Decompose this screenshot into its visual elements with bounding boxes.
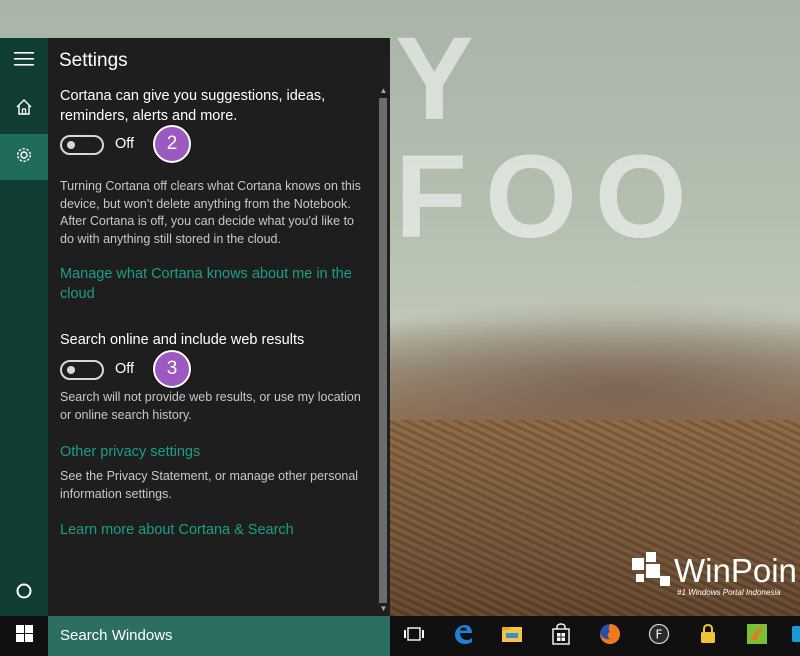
manage-cortana-link[interactable]: Manage what Cortana knows about me in th… [60,264,370,304]
taskbar: Search Windows F [0,616,800,656]
scroll-up-arrow[interactable]: ▲ [378,86,389,95]
cortana-description: Turning Cortana off clears what Cortana … [60,179,361,246]
partial-icon [782,623,800,650]
lock-icon [699,623,717,650]
task-view-icon [403,625,425,648]
task-view-button[interactable] [390,616,438,656]
cortana-circle-icon [15,582,33,605]
edge-taskbar-button[interactable] [439,616,487,656]
home-icon [15,98,33,121]
f-app-icon: F [648,623,670,650]
settings-nav-button[interactable] [0,134,48,180]
windows-logo-icon [15,625,33,647]
app-icon [745,622,769,651]
winpoin-watermark: WinPoin #1 Windows Portal Indonesia [632,550,800,600]
web-results-toggle-switch[interactable] [60,360,104,380]
partial-taskbar-button[interactable] [782,616,800,656]
settings-panel: Settings Cortana can give you suggestion… [48,38,390,616]
gear-icon [15,146,33,169]
hamburger-menu-button[interactable] [0,38,48,84]
start-button[interactable] [0,616,48,656]
watermark-logo-square [646,552,656,562]
watermark-logo-square [646,564,660,578]
toggle-knob [67,141,75,149]
wallpaper-text: Y FOO [395,13,705,263]
search-windows-box[interactable]: Search Windows [48,616,390,656]
store-taskbar-button[interactable] [537,616,585,656]
privacy-settings-link[interactable]: Other privacy settings [60,442,370,462]
watermark-logo-square [632,558,644,570]
cortana-toggle-state: Off [115,136,135,152]
app-taskbar-button[interactable] [733,616,781,656]
lock-taskbar-button[interactable] [684,616,732,656]
cortana-button[interactable] [0,570,48,616]
scrollbar-thumb[interactable] [379,98,387,603]
watermark-logo-square [636,574,644,582]
web-results-description: Search will not provide web results, or … [60,390,361,422]
web-results-label: Search online and include web results [60,332,305,348]
cortana-toggle-switch[interactable] [60,135,104,155]
firefox-icon [598,622,622,651]
scroll-down-arrow[interactable]: ▼ [378,604,389,613]
file-explorer-taskbar-button[interactable] [488,616,536,656]
step-badge-2: 2 [153,125,191,163]
cortana-toggle-label: Cortana can give you suggestions, ideas,… [60,88,326,124]
web-results-toggle-state: Off [115,361,135,377]
firefox-taskbar-button[interactable] [586,616,634,656]
toggle-knob [67,366,75,374]
f-app-taskbar-button[interactable]: F [635,616,683,656]
hamburger-menu-icon [14,51,34,71]
watermark-tagline: #1 Windows Portal Indonesia [677,588,781,597]
store-icon [551,622,571,650]
watermark-name: WinPoin [674,552,797,589]
privacy-description: See the Privacy Statement, or manage oth… [60,469,359,501]
learn-more-link[interactable]: Learn more about Cortana & Search [60,520,370,540]
step-badge-3: 3 [153,350,191,388]
edge-icon [452,623,474,650]
settings-title: Settings [59,50,128,71]
watermark-logo-square [660,576,670,586]
cortana-left-rail [0,38,48,616]
home-button[interactable] [0,86,48,132]
file-explorer-icon [501,625,523,648]
svg-text:F: F [656,627,663,641]
search-placeholder: Search Windows [60,627,173,644]
